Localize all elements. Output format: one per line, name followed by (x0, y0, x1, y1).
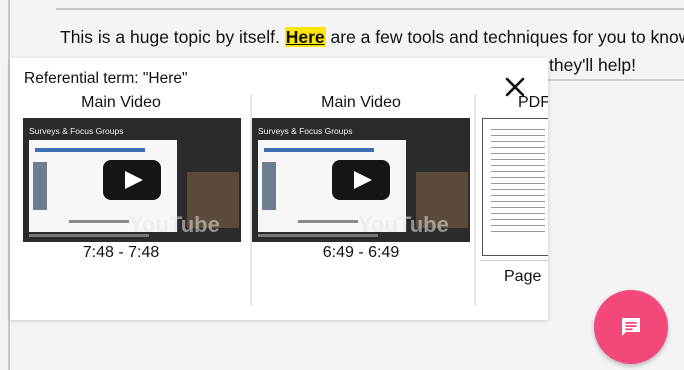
card-title: PDF (518, 94, 548, 111)
thumbnail-banner: Surveys & Focus Groups (29, 126, 124, 136)
pdf-page-label: Page (504, 268, 542, 285)
document-text: are a few tools and techniques for you t… (325, 27, 684, 47)
chat-icon (622, 318, 640, 336)
document-text: This is a huge topic by itself. (60, 27, 285, 47)
video-thumbnail[interactable]: Surveys & Focus Groups YouTube (252, 118, 470, 242)
video-thumbnail[interactable]: Surveys & Focus Groups YouTube (23, 118, 241, 242)
card-title: Main Video (321, 94, 401, 111)
document-text-line-2: they'll help! (549, 55, 637, 75)
video-reference-card[interactable]: Main Video Surveys & Focus Groups YouTub… (10, 94, 241, 310)
play-icon[interactable] (332, 160, 390, 200)
document-divider (548, 79, 684, 81)
card-time-range: 6:49 - 6:49 (322, 244, 400, 261)
thumbnail-banner: Surveys & Focus Groups (258, 126, 353, 136)
play-icon[interactable] (103, 160, 161, 200)
card-divider (474, 94, 476, 306)
document-text-line: This is a huge topic by itself. Here are… (60, 24, 684, 50)
pdf-card-divider (480, 260, 548, 261)
pdf-reference-card[interactable]: PDF Page (480, 94, 548, 310)
card-time-range: 7:48 - 7:48 (82, 244, 160, 261)
card-title: Main Video (81, 94, 161, 111)
pdf-page-thumbnail[interactable] (482, 118, 548, 256)
referential-term-popup: Referential term: "Here" Main Video Surv… (10, 58, 548, 320)
youtube-watermark: YouTube (358, 212, 449, 237)
document-top-border (56, 8, 684, 10)
video-reference-card[interactable]: Main Video Surveys & Focus Groups YouTub… (239, 94, 470, 310)
chat-button[interactable] (594, 290, 668, 364)
reference-card-list: Main Video Surveys & Focus Groups YouTub… (10, 94, 548, 314)
youtube-watermark: YouTube (129, 212, 220, 237)
popup-title: Referential term: "Here" (24, 70, 188, 87)
referential-term-highlight[interactable]: Here (284, 27, 326, 47)
